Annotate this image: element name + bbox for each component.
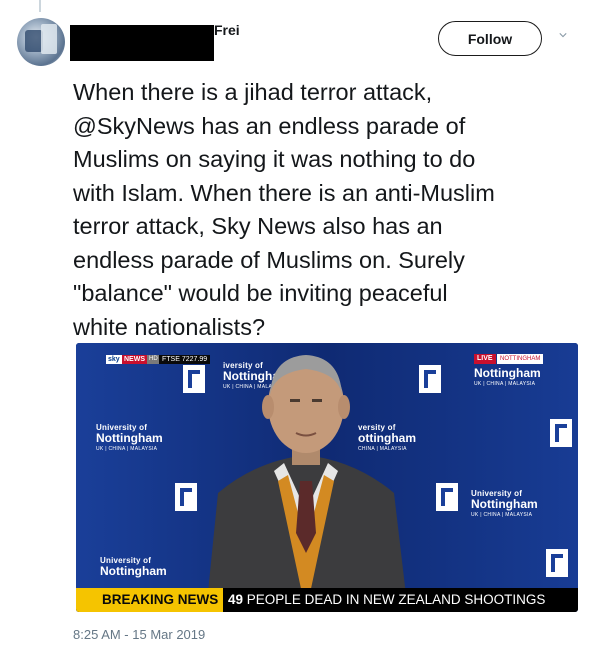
backdrop-sub-text: UK | CHINA | MALAYSIA xyxy=(471,512,533,518)
tweet-line: endless parade of Muslims on. Surely xyxy=(73,246,465,273)
crest-icon xyxy=(419,365,441,393)
sky-logo: sky xyxy=(106,355,122,364)
crest-icon xyxy=(436,483,458,511)
thread-line xyxy=(39,0,41,12)
chevron-down-icon[interactable] xyxy=(559,31,567,39)
crest-icon xyxy=(175,483,197,511)
follow-button[interactable]: Follow xyxy=(438,21,542,56)
tweet-line: white nationalists? xyxy=(73,313,266,340)
backdrop-logo: Nottingham UK | CHINA | MALAYSIA xyxy=(474,367,541,387)
tweet-line: When there is a jihad terror attack, xyxy=(73,79,433,105)
backdrop-sub-text: UK | CHINA | MALAYSIA xyxy=(474,381,536,387)
tweet-line[interactable]: @SkyNews has an endless parade of xyxy=(73,110,593,144)
backdrop-sub-text: UK | CHINA | MALAYSIA xyxy=(96,446,158,452)
backdrop-name-text: Nottingham xyxy=(474,366,541,380)
backdrop-logo: University of Nottingham UK | CHINA | MA… xyxy=(471,489,538,518)
breaking-news-label: BREAKING NEWS xyxy=(76,588,223,612)
presenter-figure xyxy=(206,355,408,612)
tweet-text: When there is a jihad terror attack, @Sk… xyxy=(73,76,593,344)
hd-badge: HD xyxy=(147,355,160,364)
backdrop-logo: University of Nottingham xyxy=(100,556,167,577)
backdrop-name-text: Nottingham xyxy=(100,564,167,578)
ftse-ticker: FTSE 7227.99 xyxy=(159,355,211,364)
headline-text: PEOPLE DEAD IN NEW ZEALAND SHOOTINGS xyxy=(246,592,546,607)
tweet-timestamp[interactable]: 8:25 AM - 15 Mar 2019 xyxy=(73,627,205,642)
breaking-news-bar: BREAKING NEWS 49 PEOPLE DEAD IN NEW ZEAL… xyxy=(76,588,578,612)
tweet-line: Muslims on saying it was nothing to do xyxy=(73,146,476,172)
crest-icon xyxy=(550,419,572,447)
backdrop-logo: University of Nottingham UK | CHINA | MA… xyxy=(96,423,163,452)
headline-number: 49 xyxy=(228,592,244,607)
backdrop-name-text: Nottingham xyxy=(96,431,163,445)
avatar[interactable] xyxy=(17,18,65,66)
crest-icon xyxy=(546,549,568,577)
headline: 49 PEOPLE DEAD IN NEW ZEALAND SHOOTINGS xyxy=(228,588,545,612)
tweet-media-image[interactable]: iversity of Nottingha UK | CHINA | MALA … xyxy=(76,343,578,612)
avatar-shape xyxy=(41,24,57,54)
redacted-name-block xyxy=(70,25,214,61)
tweet-line: terror attack, Sky News also has an xyxy=(73,213,443,239)
backdrop-name-text: Nottingham xyxy=(471,497,538,511)
tweet-line: with Islam. When there is an anti-Muslim xyxy=(73,179,495,206)
live-location: NOTTINGHAM xyxy=(497,354,544,364)
sky-news-logo: NEWS xyxy=(122,355,147,364)
author-name[interactable]: Frei xyxy=(214,22,240,38)
tweet-line: "balance" would be inviting peaceful xyxy=(73,280,448,306)
live-badge: LIVE xyxy=(474,354,496,364)
